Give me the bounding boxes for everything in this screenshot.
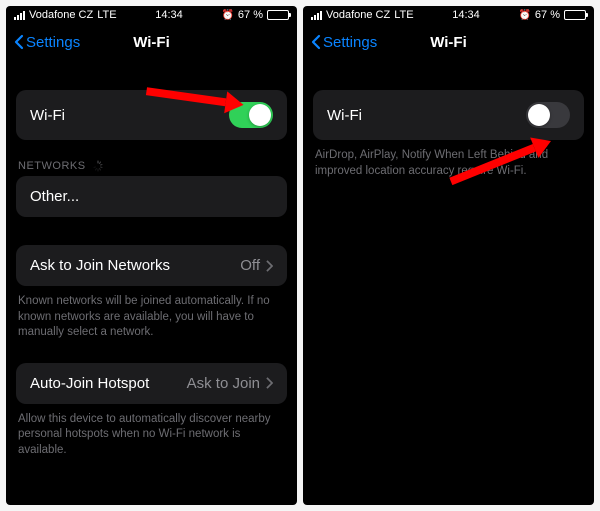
wifi-label: Wi-Fi bbox=[327, 107, 362, 124]
cellular-signal-icon bbox=[311, 11, 322, 20]
nav-bar: Settings Wi-Fi bbox=[6, 24, 297, 60]
wifi-switch[interactable] bbox=[526, 102, 570, 128]
ask-to-join-footer: Known networks will be joined automatica… bbox=[18, 294, 285, 341]
carrier-label: Vodafone CZ bbox=[326, 9, 390, 21]
page-title: Wi-Fi bbox=[133, 34, 170, 51]
auto-join-hotspot-cell[interactable]: Auto-Join Hotspot Ask to Join bbox=[16, 363, 287, 404]
auto-join-label: Auto-Join Hotspot bbox=[30, 375, 149, 392]
cellular-signal-icon bbox=[14, 11, 25, 20]
auto-join-footer: Allow this device to automatically disco… bbox=[18, 412, 285, 459]
other-label: Other... bbox=[30, 188, 79, 205]
back-label: Settings bbox=[323, 34, 377, 51]
ask-to-join-cell[interactable]: Ask to Join Networks Off bbox=[16, 245, 287, 286]
alarm-icon: ⏰ bbox=[221, 10, 233, 21]
battery-icon bbox=[564, 10, 586, 20]
loading-spinner-icon bbox=[92, 160, 104, 172]
nav-bar: Settings Wi-Fi bbox=[303, 24, 594, 60]
back-button[interactable]: Settings bbox=[311, 34, 377, 51]
ask-to-join-value: Off bbox=[240, 257, 260, 274]
auto-join-value: Ask to Join bbox=[187, 375, 260, 392]
page-title: Wi-Fi bbox=[430, 34, 467, 51]
screenshot-right: Vodafone CZ LTE 14:34 ⏰ 67 % Settings Wi… bbox=[303, 6, 594, 505]
chevron-left-icon bbox=[14, 34, 24, 50]
carrier-label: Vodafone CZ bbox=[29, 9, 93, 21]
back-label: Settings bbox=[26, 34, 80, 51]
ask-to-join-label: Ask to Join Networks bbox=[30, 257, 170, 274]
networks-section-header: NETWORKS bbox=[18, 160, 285, 172]
battery-percent-label: 67 % bbox=[238, 9, 263, 21]
network-type-label: LTE bbox=[97, 9, 116, 21]
chevron-right-icon bbox=[266, 377, 273, 389]
network-type-label: LTE bbox=[394, 9, 413, 21]
clock-label: 14:34 bbox=[452, 9, 480, 21]
alarm-icon: ⏰ bbox=[518, 10, 530, 21]
battery-percent-label: 67 % bbox=[535, 9, 560, 21]
chevron-right-icon bbox=[266, 260, 273, 272]
status-bar: Vodafone CZ LTE 14:34 ⏰ 67 % bbox=[6, 6, 297, 24]
other-network-cell[interactable]: Other... bbox=[16, 176, 287, 217]
battery-icon bbox=[267, 10, 289, 20]
back-button[interactable]: Settings bbox=[14, 34, 80, 51]
wifi-label: Wi-Fi bbox=[30, 107, 65, 124]
chevron-left-icon bbox=[311, 34, 321, 50]
screenshot-left: Vodafone CZ LTE 14:34 ⏰ 67 % Settings Wi… bbox=[6, 6, 297, 505]
clock-label: 14:34 bbox=[155, 9, 183, 21]
status-bar: Vodafone CZ LTE 14:34 ⏰ 67 % bbox=[303, 6, 594, 24]
